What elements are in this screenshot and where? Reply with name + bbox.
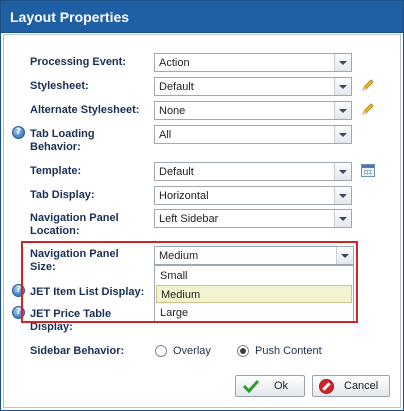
tab-loading-behavior-label-line2: Behavior: <box>30 141 81 153</box>
push-content-radio[interactable] <box>237 345 249 357</box>
stylesheet-label: Stylesheet: <box>30 80 89 92</box>
ok-button-label: Ok <box>274 380 289 392</box>
chevron-down-icon[interactable] <box>334 78 351 95</box>
pencil-icon[interactable] <box>361 78 375 92</box>
sidebar-behavior-label: Sidebar Behavior: <box>30 345 125 357</box>
tab-display-label: Tab Display: <box>30 189 95 201</box>
chevron-down-icon[interactable] <box>334 210 351 227</box>
tab-loading-behavior-value: All <box>159 129 172 141</box>
processing-event-label: Processing Event: <box>30 56 126 68</box>
dialog-titlebar[interactable]: Layout Properties <box>1 1 403 33</box>
chevron-down-icon[interactable] <box>334 102 351 119</box>
tab-loading-behavior-select[interactable]: All <box>154 125 352 144</box>
template-select[interactable]: Default <box>154 162 352 181</box>
tab-display-select[interactable]: Horizontal <box>154 186 352 205</box>
navigation-panel-location-label-line2: Location: <box>30 225 80 237</box>
dialog-title: Layout Properties <box>10 9 130 25</box>
chevron-down-icon[interactable] <box>334 126 351 143</box>
layout-properties-dialog: Layout Properties Processing Event: Acti… <box>0 0 404 411</box>
alternate-stylesheet-select[interactable]: None <box>154 101 352 120</box>
navigation-panel-location-label-line1: Navigation Panel <box>30 212 119 224</box>
tab-loading-behavior-label-line1: Tab Loading <box>30 128 95 140</box>
template-value: Default <box>159 166 194 178</box>
calendar-icon[interactable] <box>361 164 375 177</box>
checkmark-icon <box>242 379 260 393</box>
navigation-panel-location-select[interactable]: Left Sidebar <box>154 209 352 228</box>
help-icon[interactable]: ? <box>12 126 25 139</box>
pencil-icon[interactable] <box>361 102 375 116</box>
alternate-stylesheet-label: Alternate Stylesheet: <box>30 104 140 116</box>
cancel-button[interactable]: Cancel <box>312 375 390 397</box>
processing-event-select[interactable]: Action <box>154 53 352 72</box>
chevron-down-icon[interactable] <box>334 163 351 180</box>
stylesheet-value: Default <box>159 81 194 93</box>
cancel-icon <box>319 379 334 394</box>
navigation-panel-location-label: Navigation Panel Location: <box>30 212 119 238</box>
navigation-panel-location-value: Left Sidebar <box>159 213 219 225</box>
stylesheet-select[interactable]: Default <box>154 77 352 96</box>
tab-loading-behavior-label: Tab Loading Behavior: <box>30 128 95 154</box>
processing-event-value: Action <box>159 57 190 69</box>
overlay-radio-label: Overlay <box>173 345 211 357</box>
highlight-box <box>21 241 358 323</box>
cancel-button-label: Cancel <box>344 380 379 392</box>
tab-display-value: Horizontal <box>159 190 209 202</box>
chevron-down-icon[interactable] <box>334 54 351 71</box>
template-label: Template: <box>30 165 82 177</box>
chevron-down-icon[interactable] <box>334 187 351 204</box>
alternate-stylesheet-value: None <box>159 105 186 117</box>
ok-button[interactable]: Ok <box>235 375 305 397</box>
push-content-radio-label: Push Content <box>255 345 322 357</box>
overlay-radio[interactable] <box>155 345 167 357</box>
